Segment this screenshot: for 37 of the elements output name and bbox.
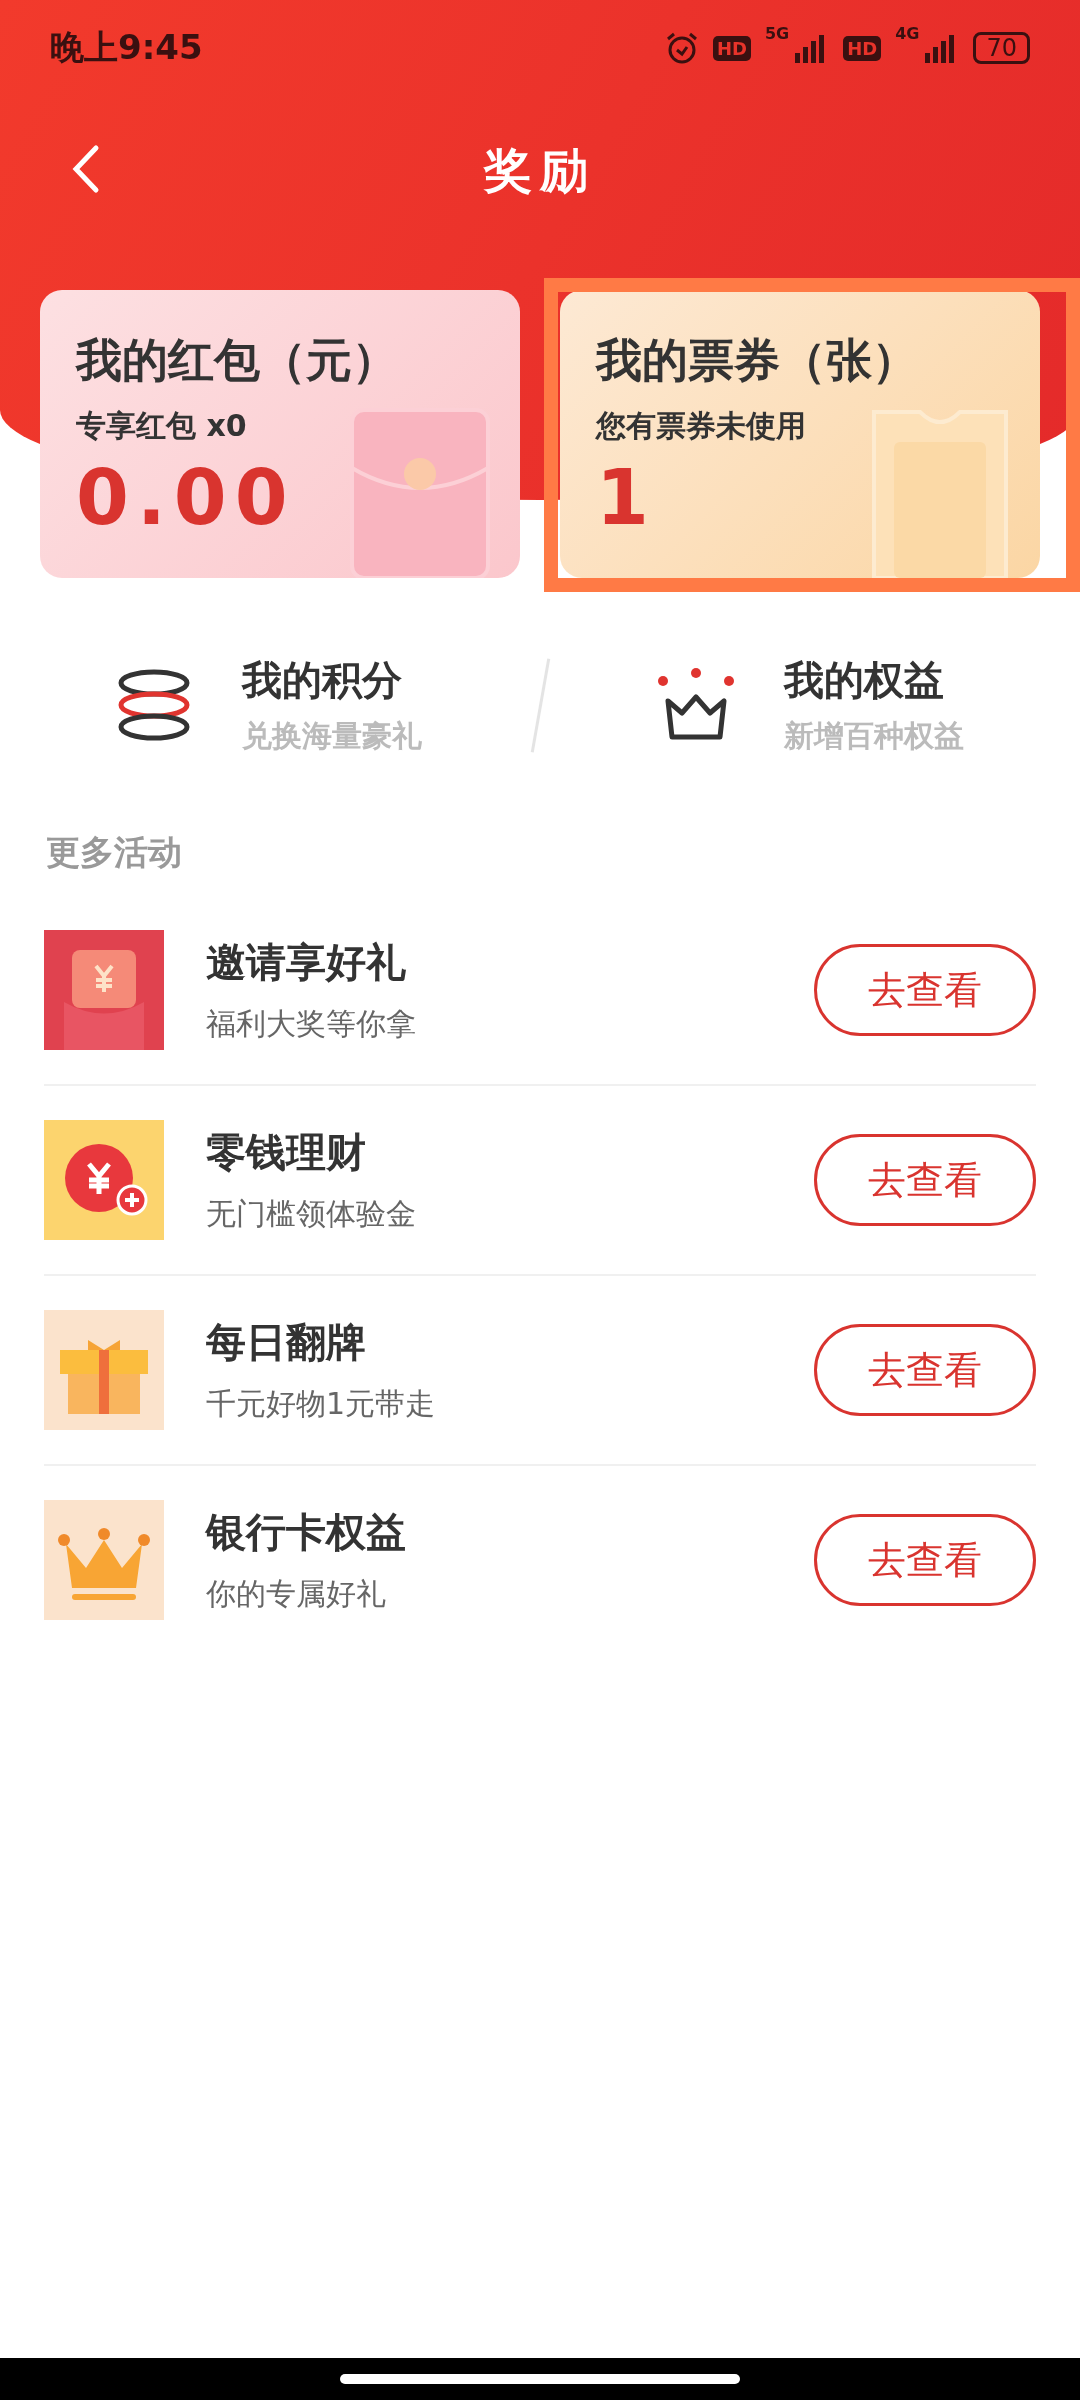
envelope-icon — [44, 930, 164, 1050]
card-subtitle: 专享红包 x0 — [76, 407, 247, 445]
view-button[interactable]: 去查看 — [814, 1514, 1036, 1606]
card-value: 0.00 — [76, 453, 296, 542]
page-title: 奖励 — [484, 141, 596, 200]
alarm-icon — [664, 31, 699, 65]
activity-subtitle: 你的专属好礼 — [206, 1575, 387, 1613]
activity-subtitle: 千元好物1元带走 — [206, 1385, 437, 1423]
network-label: 5G — [764, 24, 790, 43]
card-subtitle: 您有票券未使用 — [596, 407, 806, 445]
card-title: 我的红包（元） — [76, 332, 398, 389]
card-value: 1 — [596, 453, 657, 542]
shortcut-title[interactable]: 我的积分 — [242, 653, 423, 708]
section-title: 更多活动 — [46, 831, 183, 874]
view-button[interactable]: 去查看 — [814, 944, 1036, 1036]
shortcut-subtitle: 新增百种权益 — [783, 717, 964, 755]
activity-subtitle: 无门槛领体验金 — [206, 1195, 417, 1233]
ticket-card[interactable]: 我的票券（张） 您有票券未使用 1 — [560, 290, 1040, 578]
crown-icon — [44, 1500, 164, 1620]
activity-title: 银行卡权益 — [206, 1508, 407, 1557]
view-button[interactable]: 去查看 — [814, 1324, 1036, 1416]
activity-title: 每日翻牌 — [206, 1318, 367, 1367]
battery-level: 70 — [973, 32, 1030, 64]
crown-icon — [657, 667, 734, 743]
card-title: 我的票券（张） — [596, 332, 918, 389]
view-button[interactable]: 去查看 — [814, 1134, 1036, 1226]
hd-badge: HD — [843, 35, 882, 61]
activity-title: 零钱理财 — [206, 1128, 367, 1177]
gift-icon — [44, 1310, 164, 1430]
activity-title: 邀请享好礼 — [206, 938, 407, 987]
network-label: 4G — [895, 24, 920, 43]
coin-icon — [44, 1120, 164, 1240]
activity-subtitle: 福利大奖等你拿 — [206, 1005, 417, 1043]
status-time: 晚上9:45 — [50, 26, 204, 69]
envelope-card[interactable]: 我的红包（元） 专享红包 x0 0.00 — [40, 290, 520, 578]
shortcut-subtitle: 兑换海量豪礼 — [242, 717, 423, 755]
shortcut-title[interactable]: 我的权益 — [783, 653, 964, 708]
